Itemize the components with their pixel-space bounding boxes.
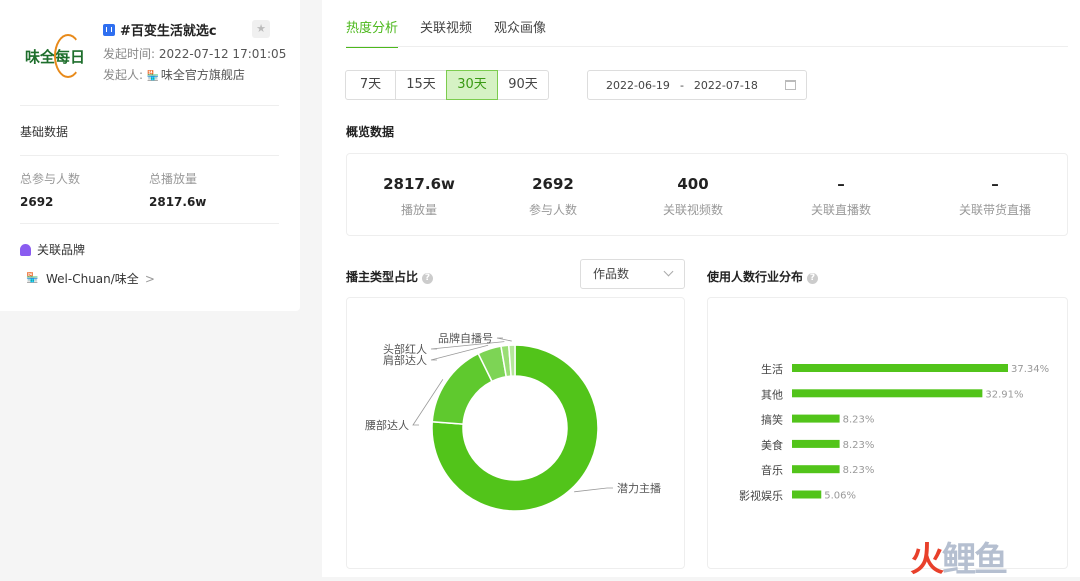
overview-item: – 关联直播数: [810, 175, 871, 217]
bar[interactable]: [792, 465, 840, 474]
bar-category-label: 生活: [761, 362, 783, 376]
donut-label: 腰部达人: [365, 418, 409, 432]
donut-chart-card: 潜力主播 腰部达人 肩部达人 头部红人 品牌自播号: [346, 297, 685, 569]
range-7d-button[interactable]: 7天: [345, 70, 396, 100]
tab-heat-analysis[interactable]: 热度分析: [346, 17, 399, 48]
bar-category-label: 美食: [761, 438, 783, 452]
related-brand-heading: 关联品牌: [20, 241, 85, 258]
donut-leader-line: [574, 487, 613, 493]
tab-related-videos[interactable]: 关联视频: [420, 17, 472, 48]
overview-heading: 概览数据: [346, 125, 395, 139]
donut-label: 潜力主播: [617, 481, 661, 495]
initiator: 发起人: 🏪 味全官方旗舰店: [103, 68, 245, 82]
bar[interactable]: [792, 414, 840, 423]
bar-value-label: 8.23%: [843, 440, 875, 451]
favorite-star-icon[interactable]: ★: [252, 20, 270, 38]
basic-data-heading: 基础数据: [20, 125, 69, 139]
plays-label: 总播放量: [149, 172, 198, 186]
help-icon[interactable]: ?: [422, 273, 434, 284]
help-icon[interactable]: ?: [807, 273, 819, 284]
related-brand-link[interactable]: 🏪 Wel-Chuan/味全 >: [26, 270, 155, 287]
watermark-logo: 火鲤鱼: [910, 540, 1008, 580]
date-range-picker[interactable]: 2022-06-19 - 2022-07-18: [587, 70, 807, 100]
bar[interactable]: [792, 439, 840, 448]
bar-chart-card: 生活 37.34% 其他 32.91% 搞笑 8.23% 美食 8.23% 音乐 8.23% 影视娱…: [707, 297, 1068, 569]
range-selector: 7天 15天 30天 90天: [345, 70, 549, 100]
chevron-right-icon: >: [144, 271, 155, 286]
tab-audience-profile[interactable]: 观众画像: [494, 17, 546, 48]
bar-value-label: 8.23%: [843, 415, 875, 426]
creator-type-donut-chart: 潜力主播腰部达人肩部达人头部红人品牌自播号: [365, 331, 661, 512]
bar-value-label: 37.34%: [1011, 364, 1049, 375]
overview-card: 2817.6w 播放量 2692 参与人数 400 关联视频数 – 关联直播数 – 关联带…: [346, 153, 1068, 236]
range-30d-button[interactable]: 30天: [446, 70, 498, 100]
bar-value-label: 32.91%: [985, 389, 1023, 400]
creator-type-heading: 播主类型占比?: [346, 268, 434, 285]
analysis-panel: 热度分析 关联视频 观众画像 7天 15天 30天 90天 2022-06-19…: [322, 0, 1080, 580]
topic-icon: [103, 23, 115, 36]
tab-bar: 热度分析 关联视频 观众画像: [346, 17, 568, 48]
overview-item: 2817.6w 播放量: [383, 175, 455, 217]
bar-category-label: 影视娱乐: [739, 489, 783, 503]
chevron-down-icon: [663, 266, 674, 277]
donut-leader-line: [496, 337, 512, 342]
bar-value-label: 5.06%: [824, 491, 856, 502]
metric-select[interactable]: 作品数: [580, 259, 685, 289]
participants-value: 2692: [20, 195, 54, 209]
overview-item: – 关联带货直播: [958, 175, 1031, 217]
overview-item: 400 关联视频数: [662, 175, 723, 217]
range-15d-button[interactable]: 15天: [395, 70, 447, 100]
donut-label: 品牌自播号: [438, 331, 493, 345]
industry-bar-chart: 生活 37.34% 其他 32.91% 搞笑 8.23% 美食 8.23% 音乐 8.23% 影视娱…: [739, 362, 1049, 503]
topic-title: #百变生活就选c: [103, 20, 217, 39]
overview-item: 2692 参与人数: [528, 175, 577, 217]
shop-icon: 🏪: [146, 71, 160, 82]
topic-info-panel: 味全每日 #百变生活就选c ★ 发起时间: 2022-07-12 17:01:0…: [0, 0, 300, 311]
bar-category-label: 音乐: [761, 463, 783, 477]
bar-value-label: 8.23%: [843, 465, 875, 476]
bar-category-label: 其他: [761, 388, 783, 401]
bar-category-label: 搞笑: [761, 413, 783, 427]
bar[interactable]: [792, 364, 1008, 372]
bar[interactable]: [792, 389, 983, 398]
calendar-icon: [785, 80, 796, 90]
plays-value: 2817.6w: [149, 195, 207, 209]
start-time: 发起时间: 2022-07-12 17:01:05: [103, 47, 287, 61]
shop-icon: 🏪: [26, 272, 39, 284]
participants-label: 总参与人数: [20, 172, 81, 186]
brand-icon: [20, 243, 31, 256]
brand-logo: 味全每日: [20, 34, 90, 78]
bar[interactable]: [792, 490, 822, 499]
donut-label: 头部红人: [383, 342, 427, 356]
industry-heading: 使用人数行业分布?: [707, 268, 819, 285]
range-90d-button[interactable]: 90天: [497, 70, 549, 100]
